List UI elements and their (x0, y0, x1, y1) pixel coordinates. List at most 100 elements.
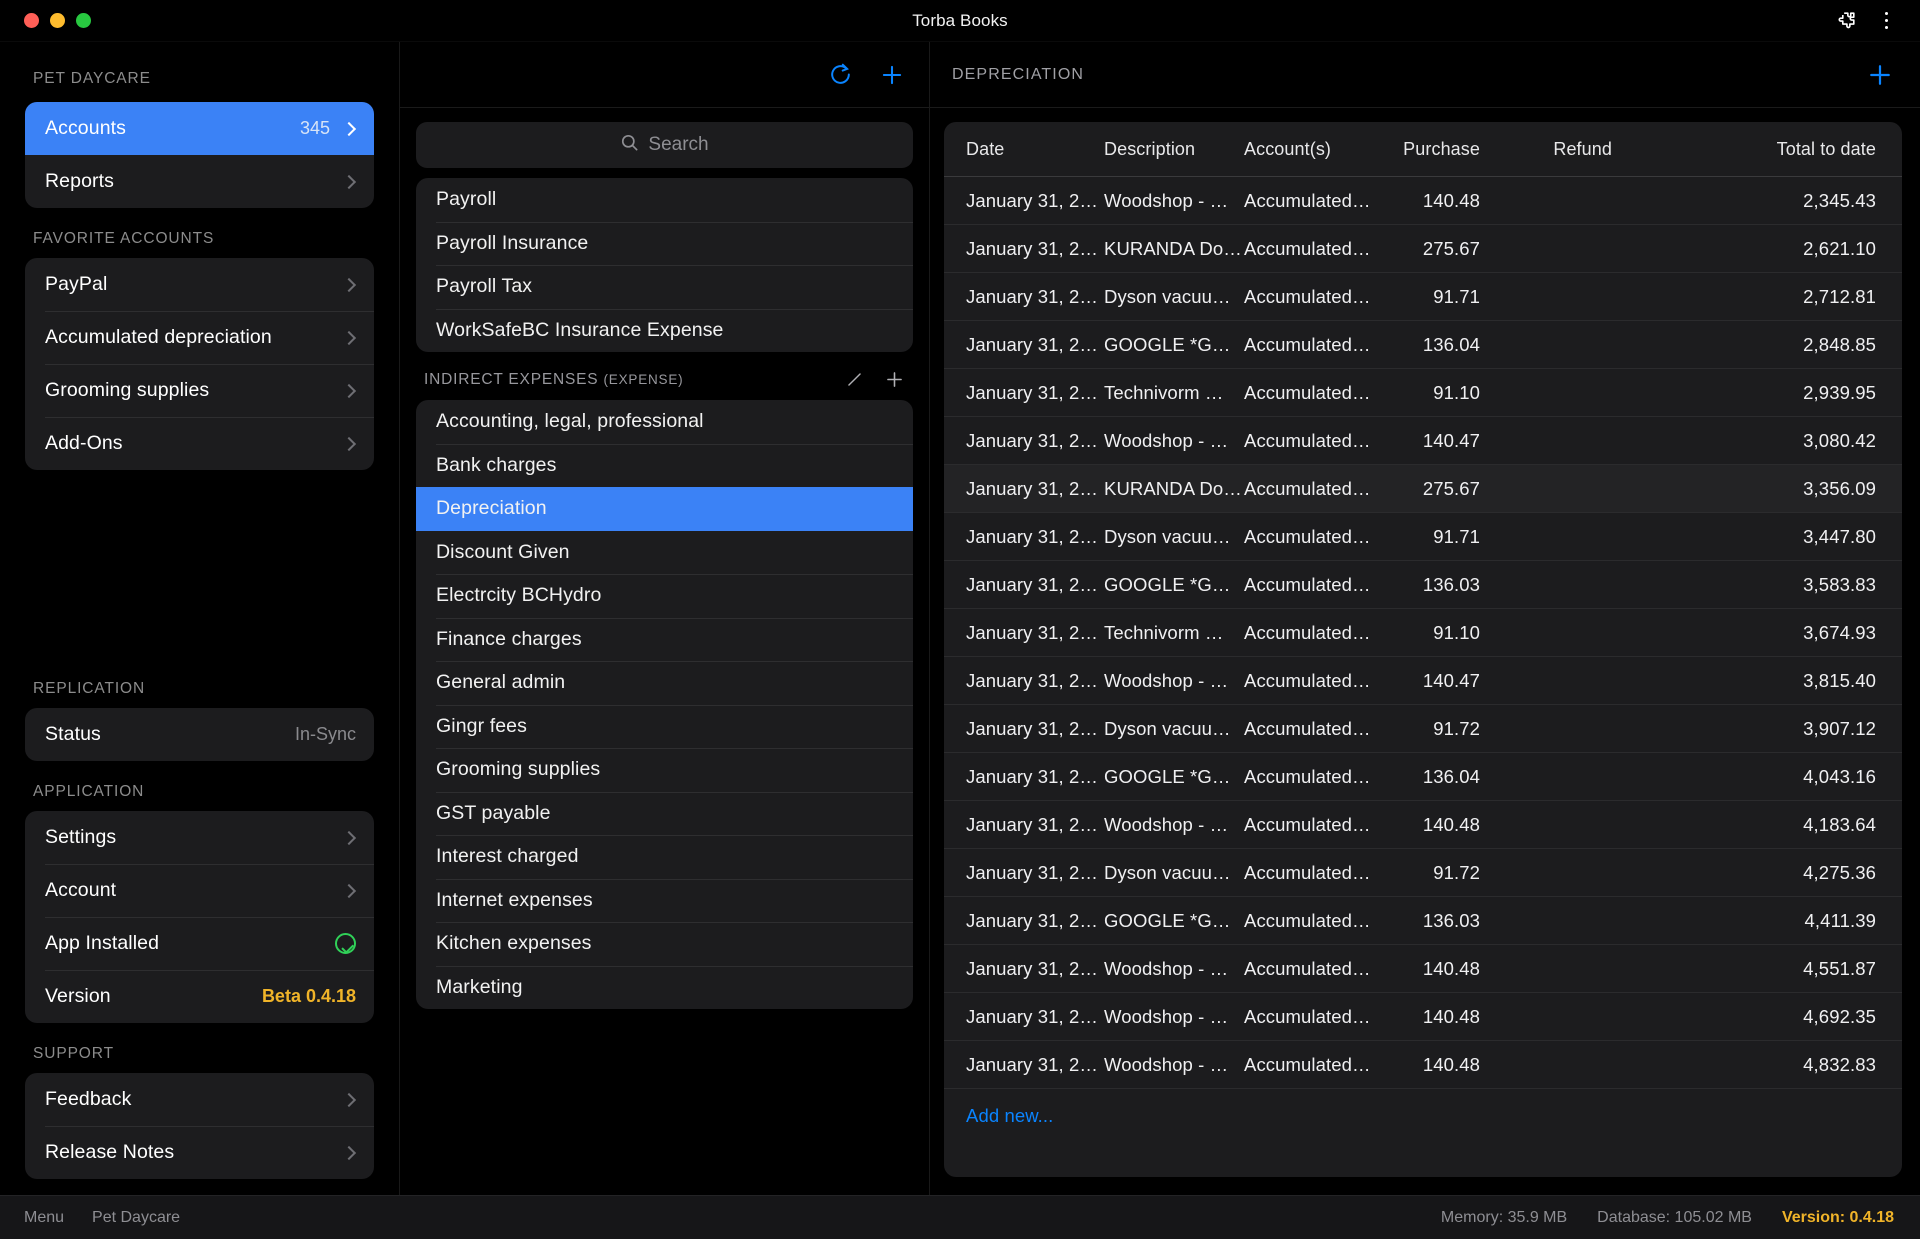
table-row[interactable]: January 31, 2030 GOOGLE *GO… Accumulated… 1… (944, 752, 1902, 801)
list-item-kitchen-expenses[interactable]: Kitchen expenses (416, 922, 913, 966)
sidebar-item-account[interactable]: Account (25, 864, 374, 917)
close-window-button[interactable] (24, 13, 39, 28)
list-item[interactable]: Payroll Insurance (416, 221, 913, 266)
sidebar-item-grooming-supplies[interactable]: Grooming supplies (25, 364, 374, 417)
table-row[interactable]: January 31, 2031 Woodshop - … Accumulated…… (944, 800, 1902, 849)
status-file-label[interactable]: Pet Daycare (92, 1209, 180, 1227)
account-list-scroll[interactable]: Payroll Payroll Insurance Payroll Tax Wo… (400, 178, 929, 1195)
cell-refund (1514, 224, 1624, 273)
cell-date: January 31, 2031 (944, 800, 1104, 849)
sidebar-item-label: Accounts (45, 117, 127, 139)
table-row[interactable]: January 31, 2029 GOOGLE *GO… Accumulated… 1… (944, 560, 1902, 609)
table-row[interactable]: January 31, 2029 Dyson vacuu… Accumulated…… (944, 512, 1902, 561)
list-item-label: Discount Given (436, 540, 570, 563)
list-item-depreciation[interactable]: Depreciation (416, 487, 913, 531)
cell-refund (1514, 416, 1624, 465)
list-item-gingr-fees[interactable]: Gingr fees (416, 704, 913, 749)
maximize-window-button[interactable] (76, 13, 91, 28)
sidebar-item-settings[interactable]: Settings (25, 811, 374, 864)
table-row[interactable]: January 31, 2032 Woodshop - … Accumulated…… (944, 944, 1902, 993)
column-header-accounts[interactable]: Account(s) (1244, 122, 1394, 177)
table-row[interactable]: January 31, 2029 Technivorm … Accumulated…… (944, 608, 1902, 657)
list-item-bank-charges[interactable]: Bank charges (416, 443, 913, 488)
list-item-grooming-supplies[interactable]: Grooming supplies (416, 748, 913, 792)
add-group-item-button[interactable] (884, 369, 905, 390)
column-header-purchase[interactable]: Purchase (1394, 122, 1514, 177)
cell-date: January 31, 2028 (944, 224, 1104, 273)
table-row[interactable]: January 31, 2030 Woodshop - … Accumulated…… (944, 656, 1902, 705)
minimize-window-button[interactable] (50, 13, 65, 28)
cell-purchase: 140.48 (1394, 1040, 1514, 1089)
column-header-date[interactable]: Date (944, 122, 1104, 177)
add-new-link[interactable]: Add new... (966, 1105, 1053, 1126)
sidebar-item-accounts[interactable]: Accounts 345 (25, 102, 374, 155)
refresh-icon[interactable] (828, 62, 853, 87)
pencil-icon[interactable] (845, 370, 864, 389)
table-row[interactable]: January 31, 2034 Woodshop - … Accumulated…… (944, 1040, 1902, 1089)
table-row[interactable]: January 31, 2028 Technivorm … Accumulated…… (944, 368, 1902, 417)
list-item-interest-charged[interactable]: Interest charged (416, 835, 913, 879)
search-input[interactable]: Search (416, 122, 913, 168)
table-row[interactable]: January 31, 2029 Woodshop - … Accumulated…… (944, 416, 1902, 465)
list-item-finance-charges[interactable]: Finance charges (416, 617, 913, 662)
chevron-right-icon (341, 883, 357, 898)
list-item-gst-payable[interactable]: GST payable (416, 791, 913, 836)
table-row[interactable]: January 31, 2028 GOOGLE *GO… Accumulated… 1… (944, 320, 1902, 369)
status-bar-right: Memory: 35.9 MB Database: 105.02 MB Vers… (1441, 1209, 1894, 1227)
check-circle-icon (335, 933, 356, 954)
list-item-discount-given[interactable]: Discount Given (416, 531, 913, 575)
list-item-label: Accounting, legal, professional (436, 410, 704, 433)
list-item[interactable]: Payroll (416, 178, 913, 222)
cell-refund (1514, 608, 1624, 657)
puzzle-piece-icon[interactable] (1835, 10, 1857, 32)
table-row[interactable]: January 31, 2028 KURANDA Do… Accumulated… 2… (944, 224, 1902, 273)
cell-refund (1514, 800, 1624, 849)
sidebar-item-add-ons[interactable]: Add-Ons (25, 417, 374, 470)
list-item-general-admin[interactable]: General admin (416, 661, 913, 705)
list-item[interactable]: Payroll Tax (416, 265, 913, 309)
cell-description: GOOGLE *GO… (1104, 320, 1244, 369)
table-row[interactable]: January 31, 2031 Dyson vacuu… Accumulated…… (944, 848, 1902, 897)
table-row[interactable]: January 31, 2033 Woodshop - … Accumulated…… (944, 992, 1902, 1041)
column-header-total-to-date[interactable]: Total to date (1624, 122, 1902, 177)
column-header-refund[interactable]: Refund (1514, 122, 1624, 177)
cell-description: Dyson vacuu… (1104, 848, 1244, 897)
sidebar-item-feedback[interactable]: Feedback (25, 1073, 374, 1126)
list-item-marketing[interactable]: Marketing (416, 965, 913, 1010)
cell-date: January 31, 2028 (944, 368, 1104, 417)
table-row[interactable]: January 31, 2028 Woodshop - … Accumulated…… (944, 177, 1902, 225)
sidebar-item-accumulated-depreciation[interactable]: Accumulated depreciation (25, 311, 374, 364)
status-menu-label[interactable]: Menu (24, 1209, 64, 1227)
sidebar-item-release-notes[interactable]: Release Notes (25, 1126, 374, 1179)
org-label: PET DAYCARE (33, 70, 151, 87)
add-new-row[interactable]: Add new... (944, 1088, 1902, 1143)
add-transaction-button[interactable] (1866, 61, 1894, 89)
sidebar-item-status[interactable]: Status In-Sync (25, 708, 374, 761)
cell-refund (1514, 944, 1624, 993)
cell-refund (1514, 1040, 1624, 1089)
account-list-group-indirect-expenses: Accounting, legal, professional Bank cha… (416, 400, 913, 1009)
list-item-label: Grooming supplies (436, 758, 601, 781)
list-item-electrcity-bchydro[interactable]: Electrcity BCHydro (416, 574, 913, 618)
cell-date: January 31, 2029 (944, 512, 1104, 561)
add-account-button[interactable] (879, 62, 905, 88)
table-row[interactable]: January 31, 2028 Dyson vacuu… Accumulated…… (944, 272, 1902, 321)
kebab-menu-icon[interactable] (1879, 8, 1895, 34)
sidebar-item-paypal[interactable]: PayPal (25, 258, 374, 311)
sidebar-support-group: Feedback Release Notes (25, 1073, 374, 1179)
cell-purchase: 136.04 (1394, 752, 1514, 801)
column-header-description[interactable]: Description (1104, 122, 1244, 177)
list-item-accounting-legal-professional[interactable]: Accounting, legal, professional (416, 400, 913, 444)
cell-purchase: 91.71 (1394, 512, 1514, 561)
sidebar-item-app-installed: App Installed (25, 917, 374, 970)
cell-account: Accumulated… (1244, 896, 1394, 945)
list-item[interactable]: WorkSafeBC Insurance Expense (416, 308, 913, 353)
sidebar-item-label: Status (45, 723, 101, 745)
sidebar-item-reports[interactable]: Reports (25, 155, 374, 208)
table-row[interactable]: January 31, 2030 Dyson vacuu… Accumulated…… (944, 704, 1902, 753)
table-row[interactable]: January 31, 2029 KURANDA Do… Accumulated… 2… (944, 464, 1902, 513)
list-item-internet-expenses[interactable]: Internet expenses (416, 878, 913, 923)
transactions-table: Date Description Account(s) Purchase Ref… (944, 122, 1902, 1143)
table-row[interactable]: January 31, 2031 GOOGLE *GO… Accumulated… 1… (944, 896, 1902, 945)
cell-refund (1514, 320, 1624, 369)
